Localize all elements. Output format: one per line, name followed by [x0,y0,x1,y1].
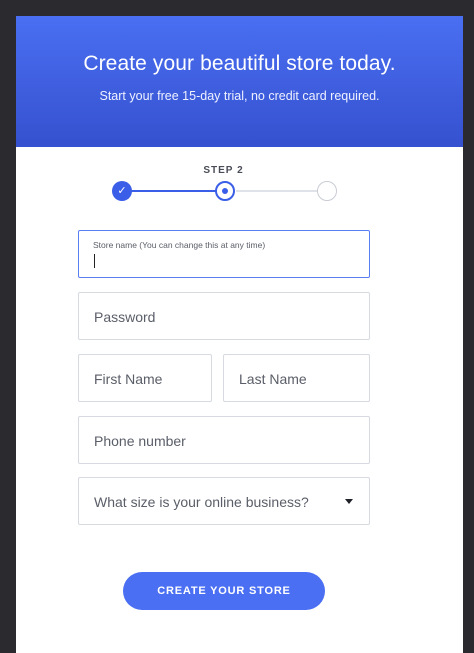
store-name-input[interactable]: Store name (You can change this at any t… [78,230,370,278]
hero-title: Create your beautiful store today. [83,52,396,75]
stepper-line-upcoming [236,190,318,192]
password-input[interactable]: Password [78,292,370,340]
first-name-input[interactable]: First Name [78,354,212,402]
text-cursor [94,254,95,268]
hero-subtitle: Start your free 15-day trial, no credit … [99,89,380,103]
phone-number-input[interactable]: Phone number [78,416,370,464]
check-icon: ✓ [117,185,127,197]
step-2-current [215,181,235,201]
hero-banner: Create your beautiful store today. Start… [16,16,463,147]
last-name-placeholder: Last Name [239,371,307,387]
first-name-placeholder: First Name [94,371,163,387]
last-name-input[interactable]: Last Name [223,354,370,402]
stepper-line-completed [131,190,217,192]
password-placeholder: Password [94,309,156,325]
step-3-upcoming [317,181,337,201]
chevron-down-icon [345,499,353,504]
progress-stepper: ✓ [112,181,337,201]
step-label: STEP 2 [203,165,244,176]
store-name-label: Store name (You can change this at any t… [93,240,266,250]
create-store-button[interactable]: CREATE YOUR STORE [123,572,325,610]
business-size-placeholder: What size is your online business? [94,494,309,510]
business-size-select[interactable]: What size is your online business? [78,477,370,525]
step-1-completed: ✓ [112,181,132,201]
phone-placeholder: Phone number [94,433,186,449]
